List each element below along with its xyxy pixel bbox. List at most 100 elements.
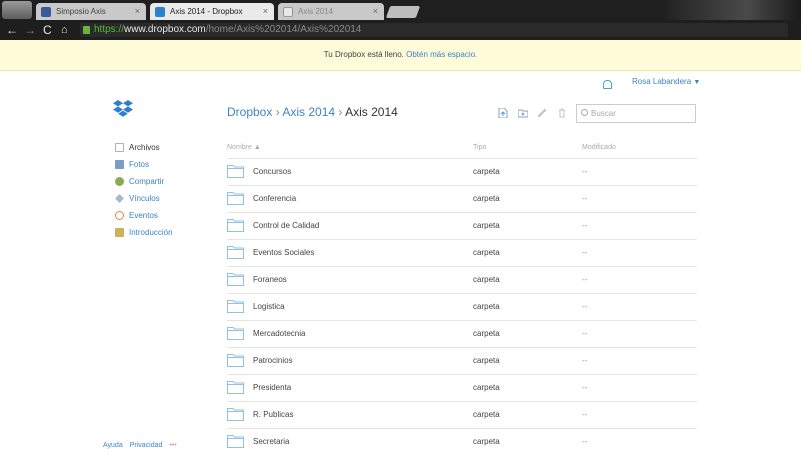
file-type: carpeta [473,248,500,257]
file-type: carpeta [473,329,500,338]
new-folder-icon[interactable] [518,108,528,118]
table-row[interactable]: Mercadotecnia carpeta -- [227,320,697,347]
more-link[interactable]: ••• [169,442,176,449]
file-name: Concursos [253,167,292,176]
folder-icon [227,381,244,394]
file-type: carpeta [473,167,500,176]
file-modified: -- [582,329,588,338]
dropbox-icon [155,7,165,17]
file-name: R. Publicas [253,410,294,419]
search-input[interactable]: Buscar [576,104,696,123]
tab-axis-2014[interactable]: Axis 2014 × [278,3,384,20]
table-row[interactable]: R. Publicas carpeta -- [227,401,697,428]
forward-arrow-icon[interactable]: → [24,23,36,37]
table-row[interactable]: Eventos Sociales carpeta -- [227,239,697,266]
sidebar-item-archivos[interactable]: Archivos [115,142,160,154]
help-link[interactable]: Ayuda [103,442,123,449]
file-modified: -- [582,167,588,176]
sidebar-item-label: Introducción [129,228,173,237]
table-row[interactable]: Foraneos carpeta -- [227,266,697,293]
sidebar-item-vinculos[interactable]: Vínculos [115,193,160,205]
tab-simposio-axis[interactable]: Simposio Axis × [36,3,146,20]
folder-icon [227,165,244,178]
sidebar-item-label: Eventos [129,211,158,220]
sidebar-item-introduccion[interactable]: Introducción [115,227,173,239]
file-modified: -- [582,302,588,311]
window-controls[interactable] [665,0,801,20]
trash-icon[interactable] [557,108,567,118]
close-icon[interactable]: × [135,3,140,20]
events-icon [115,211,124,221]
folder-icon [227,354,244,367]
sidebar-item-eventos[interactable]: Eventos [115,210,158,222]
breadcrumb: Dropbox › Axis 2014 › Axis 2014 [227,105,398,119]
tab-axis-dropbox[interactable]: Axis 2014 - Dropbox × [150,3,274,20]
back-arrow-icon[interactable]: ← [6,23,18,37]
file-name: Secretaria [253,437,290,446]
table-row[interactable]: Secretaria carpeta -- [227,428,697,455]
link-icon[interactable] [537,108,547,118]
sidebar-item-label: Fotos [129,160,150,169]
reload-icon[interactable]: C [43,23,52,37]
url-scheme: https:// [94,24,125,35]
address-bar[interactable]: https://www.dropbox.com/home/Axis%202014… [80,23,788,37]
folder-icon [227,192,244,205]
intro-icon [115,228,124,238]
file-modified: -- [582,356,588,365]
table-row[interactable]: Conferencia carpeta -- [227,185,697,212]
file-name: Foraneos [253,275,287,284]
file-icon [115,143,124,153]
file-type: carpeta [473,383,500,392]
file-modified: -- [582,383,588,392]
notice-text: Tu Dropbox está lleno. [323,50,407,59]
sidebar-item-label: Compartir [129,177,165,186]
file-name: Logistica [253,302,285,311]
file-name: Conferencia [253,194,297,203]
close-icon[interactable]: × [263,3,268,20]
sidebar-item-fotos[interactable]: Fotos [115,159,149,171]
storage-full-notice: Tu Dropbox está lleno. Obtén más espacio… [0,40,801,71]
close-icon[interactable]: × [373,3,378,20]
search-icon [581,109,588,116]
file-type: carpeta [473,302,500,311]
url-text: https://www.dropbox.com/home/Axis%202014… [94,23,361,37]
table-row[interactable]: Patrocinios carpeta -- [227,347,697,374]
file-modified: -- [582,410,588,419]
file-type: carpeta [473,221,500,230]
file-modified: -- [582,194,588,203]
file-type: carpeta [473,275,500,284]
file-type: carpeta [473,356,500,365]
user-menu[interactable]: Rosa Labandera ▼ [632,77,700,86]
table-row[interactable]: Concursos carpeta -- [227,158,697,185]
table-row[interactable]: Presidenta carpeta -- [227,374,697,401]
lock-icon [83,26,90,34]
column-header-name[interactable]: Nombre ▲ [227,144,261,151]
file-name: Patrocinios [253,356,293,365]
breadcrumb-separator: › [338,105,343,119]
folder-icon [227,408,244,421]
facebook-icon [41,7,51,17]
file-name: Mercadotecnia [253,329,306,338]
sidebar-item-compartir[interactable]: Compartir [115,176,164,188]
breadcrumb-current: Axis 2014 [345,105,398,119]
file-modified: -- [582,437,588,446]
breadcrumb-level1[interactable]: Axis 2014 [282,105,335,119]
table-row[interactable]: Control de Calidad carpeta -- [227,212,697,239]
bell-icon[interactable] [603,80,612,89]
user-name: Rosa Labandera [632,77,692,86]
file-modified: -- [582,275,588,284]
breadcrumb-root[interactable]: Dropbox [227,105,272,119]
browser-profile-icon[interactable] [2,1,32,19]
dropbox-logo-icon[interactable] [113,100,133,118]
column-header-modified[interactable]: Modificado [582,144,616,151]
table-row[interactable]: Logistica carpeta -- [227,293,697,320]
home-icon[interactable]: ⌂ [61,23,68,37]
get-more-space-link[interactable]: Obtén más espacio. [406,50,477,59]
privacy-link[interactable]: Privacidad [130,442,163,449]
caret-down-icon: ▼ [693,79,701,86]
upload-file-icon[interactable] [498,108,508,118]
share-icon [115,177,124,187]
folder-icon [227,219,244,232]
column-header-type[interactable]: Tipo [473,144,486,151]
new-tab-button[interactable] [385,6,421,18]
